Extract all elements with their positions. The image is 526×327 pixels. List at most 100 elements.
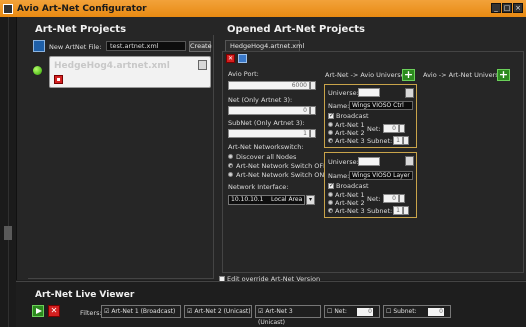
divider (16, 281, 526, 282)
filter-artnet3[interactable]: ☑ Art-Net 3 (Unicast) (255, 305, 321, 326)
add-artnet-to-avio-button[interactable]: + (402, 69, 415, 81)
radio-artnet2-label: Art-Net 2 (335, 199, 365, 207)
filter-artnet2-label: Art-Net 2 (Unicast) (194, 308, 251, 315)
net-label: Net: (367, 195, 381, 203)
subnet-label: Subnet: (367, 207, 393, 215)
new-file-input[interactable]: test.artnet.xml (106, 41, 186, 51)
universe-net-stepper[interactable] (399, 194, 405, 203)
trash-icon[interactable] (198, 60, 207, 70)
radio-artnet2[interactable] (328, 130, 333, 135)
project-name: HedgeHog4.artnet.xml (54, 61, 170, 71)
subnet-input[interactable]: 1 (228, 129, 310, 138)
close-button[interactable]: × (513, 3, 523, 13)
universe-input[interactable] (358, 157, 380, 166)
window-controls: _ □ × (491, 3, 523, 13)
interface-dropdown[interactable]: 10.10.10.1 Local Area (228, 195, 305, 205)
avio-to-artnet-label: Avio -> Art-Net Universes: (423, 71, 509, 79)
universe-label: Universe: (328, 89, 359, 97)
radio-artnet3-label: Art-Net 3 (335, 207, 365, 215)
interface-name: Local Area (271, 196, 303, 203)
live-viewer-title: Art-Net Live Viewer (35, 290, 135, 300)
filter-artnet1[interactable]: ☑ Art-Net 1 (Broadcast) (101, 305, 181, 318)
filter-net[interactable]: ☐ Net: 0 (324, 305, 380, 318)
maximize-button[interactable]: □ (502, 3, 512, 13)
title-bar: Avio Art-Net Configurator _ □ × (0, 0, 526, 17)
radio-artnet3[interactable] (328, 138, 333, 143)
checkbox-icon: ☑ (187, 308, 193, 315)
scroll-guide (8, 17, 9, 327)
universe-net-input[interactable]: 0 (383, 124, 399, 133)
universe-input[interactable] (358, 88, 380, 97)
trash-icon[interactable] (405, 88, 414, 98)
universe-name-input[interactable]: Wings VIOSO Layer (349, 171, 413, 180)
filter-artnet3-label: Art-Net 3 (Unicast) (258, 308, 293, 326)
interface-ip: 10.10.10.1 (231, 196, 264, 203)
net-input[interactable]: 0 (228, 106, 310, 115)
new-file-label: New ArtNet File: (49, 43, 102, 51)
avio-port-stepper[interactable] (310, 81, 316, 90)
create-button[interactable]: Create (189, 41, 212, 52)
checkbox-icon: ☐ (386, 308, 392, 315)
filter-subnet[interactable]: ☐ Subnet: 0 (383, 305, 451, 318)
radio-artnet1[interactable] (328, 122, 333, 127)
add-avio-to-artnet-button[interactable]: + (497, 69, 510, 81)
play-button[interactable] (32, 305, 44, 317)
stop-button[interactable]: ✕ (48, 305, 60, 317)
refresh-icon[interactable] (33, 40, 45, 52)
tab-hedgehog4[interactable]: HedgeHog4.artnet.xml (225, 40, 304, 51)
project-card[interactable]: HedgeHog4.artnet.xml ▪ (49, 56, 211, 88)
radio-artnet2[interactable] (328, 200, 333, 205)
checkbox-icon: ☑ (104, 308, 110, 315)
universe-net-input[interactable]: 0 (383, 194, 399, 203)
universe-subnet-stepper[interactable] (403, 206, 409, 215)
avio-port-label: Avio Port: (228, 70, 259, 78)
subnet-stepper[interactable] (310, 129, 316, 138)
radio-artnet1-label: Art-Net 1 (335, 191, 365, 199)
filter-subnet-input[interactable]: 0 (428, 308, 444, 316)
opened-projects-title: Opened Art-Net Projects (227, 24, 365, 35)
filter-artnet2[interactable]: ☑ Art-Net 2 (Unicast) (184, 305, 252, 318)
radio-switch-off-label: Art-Net Network Switch OFF (236, 162, 327, 170)
trash-icon[interactable] (405, 156, 414, 166)
minimize-button[interactable]: _ (491, 3, 501, 13)
broadcast-checkbox[interactable]: ✓ (328, 113, 334, 119)
window-title: Avio Art-Net Configurator (17, 3, 147, 14)
universe-subnet-input[interactable]: 1 (393, 136, 403, 145)
scrollbar-thumb[interactable] (4, 226, 12, 240)
radio-discover[interactable] (228, 154, 233, 159)
filter-artnet1-label: Art-Net 1 (Broadcast) (111, 308, 176, 315)
chevron-down-icon[interactable]: ▾ (306, 195, 315, 205)
close-tab-icon[interactable]: ✕ (226, 54, 235, 63)
subnet-label: Subnet: (367, 137, 393, 145)
radio-switch-on[interactable] (228, 172, 233, 177)
radio-artnet1[interactable] (328, 192, 333, 197)
universe-name-input[interactable]: Wings VIOSO Ctrl (349, 101, 413, 110)
radio-switch-on-label: Art-Net Network Switch ON (236, 171, 325, 179)
broadcast-label: Broadcast (336, 112, 369, 120)
radio-switch-off[interactable] (228, 163, 233, 168)
radio-artnet3[interactable] (328, 208, 333, 213)
app-icon (3, 3, 13, 14)
filter-net-label: Net: (334, 308, 347, 315)
universe-subnet-stepper[interactable] (403, 136, 409, 145)
broadcast-checkbox[interactable]: ✓ (328, 183, 334, 189)
radio-artnet2-label: Art-Net 2 (335, 129, 365, 137)
networkswitch-label: Art-Net Networkswitch: (228, 143, 304, 151)
interface-label: Network Interface: (228, 183, 289, 191)
radio-artnet3-label: Art-Net 3 (335, 137, 365, 145)
projects-title: Art-Net Projects (35, 24, 127, 35)
filter-net-input[interactable]: 0 (357, 308, 373, 316)
checkbox-icon: ☑ (258, 308, 264, 315)
save-icon[interactable] (238, 54, 247, 63)
name-label: Name: (328, 102, 350, 110)
universe-box-1: Universe: Name: Wings VIOSO Ctrl ✓ Broad… (324, 84, 417, 148)
name-label: Name: (328, 172, 350, 180)
avio-port-input[interactable]: 6000 (228, 81, 310, 90)
filter-subnet-label: Subnet: (393, 308, 417, 315)
universe-net-stepper[interactable] (399, 124, 405, 133)
net-label: Net (Only Artnet 3): (228, 96, 293, 104)
net-stepper[interactable] (310, 106, 316, 115)
net-label: Net: (367, 125, 381, 133)
universe-subnet-input[interactable]: 1 (393, 206, 403, 215)
close-project-icon[interactable]: ▪ (54, 75, 63, 84)
